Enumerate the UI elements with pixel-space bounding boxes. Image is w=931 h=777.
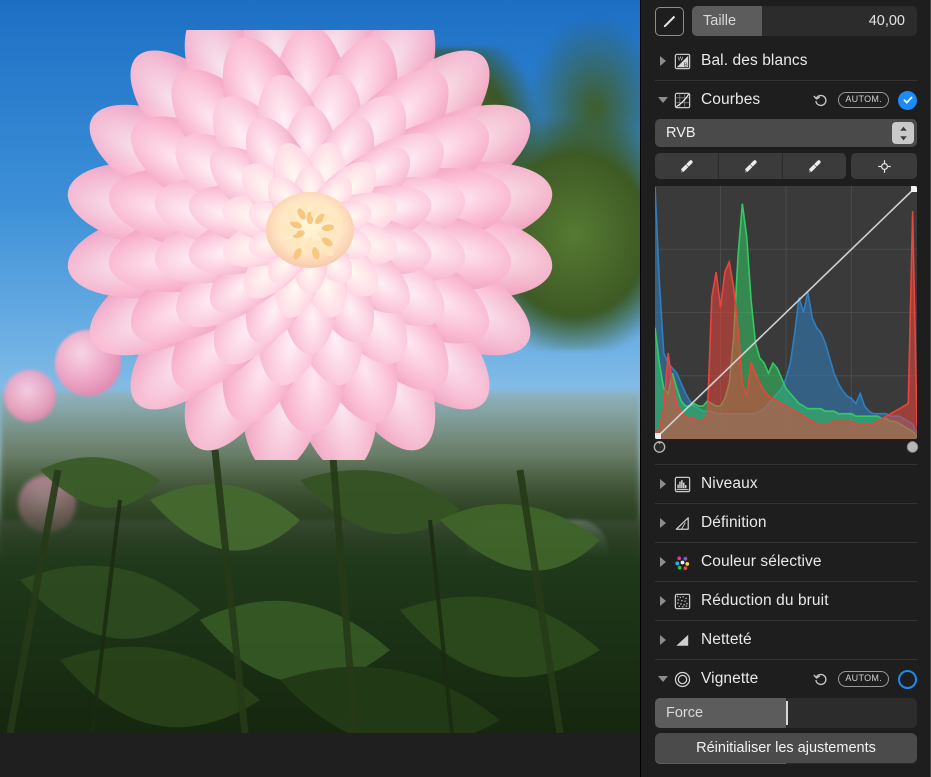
section-title-noise-reduction: Réduction du bruit	[701, 592, 829, 610]
section-actions-vignette: AUTOM.	[813, 670, 917, 689]
dahlia-flower	[60, 30, 560, 460]
gray-point-picker[interactable]	[719, 153, 783, 179]
brush-size-value: 40,00	[869, 13, 917, 29]
selective-color-icon	[671, 551, 693, 573]
curves-icon	[671, 89, 693, 111]
vignette-icon	[671, 668, 693, 690]
svg-text:W: W	[677, 56, 683, 62]
section-header-selective-color[interactable]: Couleur sélective	[641, 543, 931, 581]
chevron-down-icon[interactable]	[655, 660, 671, 698]
white-point-handle[interactable]	[906, 440, 919, 454]
brush-size-slider[interactable]: Taille 40,00	[692, 6, 917, 36]
reset-arrow-icon[interactable]	[813, 671, 829, 687]
eyedropper-group	[655, 153, 846, 179]
curves-controls: RVB	[641, 119, 931, 455]
chevron-right-icon[interactable]	[655, 621, 671, 659]
section-title-sharpen: Netteté	[701, 631, 752, 649]
section-header-vignette[interactable]: Vignette AUTOM.	[641, 660, 931, 698]
curve-handles	[655, 440, 917, 455]
channel-select[interactable]: RVB	[655, 119, 917, 147]
reset-adjustments-button[interactable]: Réinitialiser les ajustements	[655, 733, 917, 763]
section-title-definition: Définition	[701, 514, 767, 532]
eyedropper-icon	[742, 158, 759, 175]
definition-icon	[671, 512, 693, 534]
noise-reduction-icon	[671, 590, 693, 612]
black-point-handle[interactable]	[653, 440, 666, 454]
vignette-force-label: Force	[655, 705, 703, 721]
svg-text:B: B	[683, 62, 687, 68]
adjustments-inspector: Taille 40,00 W B Bal. des blancs	[640, 0, 931, 777]
section-header-white-balance[interactable]: W B Bal. des blancs	[641, 42, 931, 80]
section-title-selective-color: Couleur sélective	[701, 553, 822, 571]
eyedropper-icon	[806, 158, 823, 175]
section-header-curves[interactable]: Courbes AUTOM.	[641, 81, 931, 119]
slider-knob[interactable]	[786, 701, 788, 725]
channel-select-value: RVB	[666, 125, 696, 141]
section-title-curves: Courbes	[701, 91, 760, 109]
enable-toggle-curves[interactable]	[898, 91, 917, 110]
section-header-levels[interactable]: Niveaux	[641, 465, 931, 503]
chevron-updown-icon[interactable]	[892, 122, 914, 144]
chevron-right-icon[interactable]	[655, 504, 671, 542]
white-balance-icon: W B	[671, 50, 693, 72]
section-title-levels: Niveaux	[701, 475, 758, 493]
section-title-vignette: Vignette	[701, 670, 758, 688]
reset-arrow-icon[interactable]	[813, 92, 829, 108]
photo-image	[0, 0, 640, 733]
photo-viewer[interactable]	[0, 0, 640, 777]
section-title-white-balance: Bal. des blancs	[701, 52, 808, 70]
chevron-right-icon[interactable]	[655, 42, 671, 80]
chevron-right-icon[interactable]	[655, 582, 671, 620]
chevron-down-icon[interactable]	[655, 81, 671, 119]
chevron-right-icon[interactable]	[655, 465, 671, 503]
sharpen-icon	[671, 629, 693, 651]
white-point-picker[interactable]	[783, 153, 846, 179]
levels-icon	[671, 473, 693, 495]
viewer-bottom-bar	[0, 733, 640, 777]
brush-glyph	[660, 12, 679, 31]
brush-size-row: Taille 40,00	[641, 0, 931, 42]
curve-control-point[interactable]	[911, 186, 917, 192]
brush-size-label: Taille	[692, 13, 736, 29]
curve-control-point[interactable]	[655, 433, 661, 439]
auto-button-vignette[interactable]: AUTOM.	[838, 671, 889, 687]
chevron-right-icon[interactable]	[655, 543, 671, 581]
enable-toggle-vignette[interactable]	[898, 670, 917, 689]
curves-histogram[interactable]	[655, 186, 917, 439]
vignette-force-slider[interactable]: Force	[655, 698, 917, 728]
target-picker[interactable]	[851, 153, 917, 179]
photo-editor-window: Taille 40,00 W B Bal. des blancs	[0, 0, 931, 777]
brush-icon[interactable]	[655, 7, 684, 36]
section-header-noise-reduction[interactable]: Réduction du bruit	[641, 582, 931, 620]
crosshair-target-icon	[876, 158, 893, 175]
histogram-plot	[655, 186, 917, 439]
curves-picker-row	[655, 153, 917, 179]
section-header-definition[interactable]: Définition	[641, 504, 931, 542]
section-header-sharpen[interactable]: Netteté	[641, 621, 931, 659]
auto-button-curves[interactable]: AUTOM.	[838, 92, 889, 108]
section-actions-curves: AUTOM.	[813, 91, 917, 110]
black-point-picker[interactable]	[655, 153, 719, 179]
eyedropper-icon	[678, 158, 695, 175]
